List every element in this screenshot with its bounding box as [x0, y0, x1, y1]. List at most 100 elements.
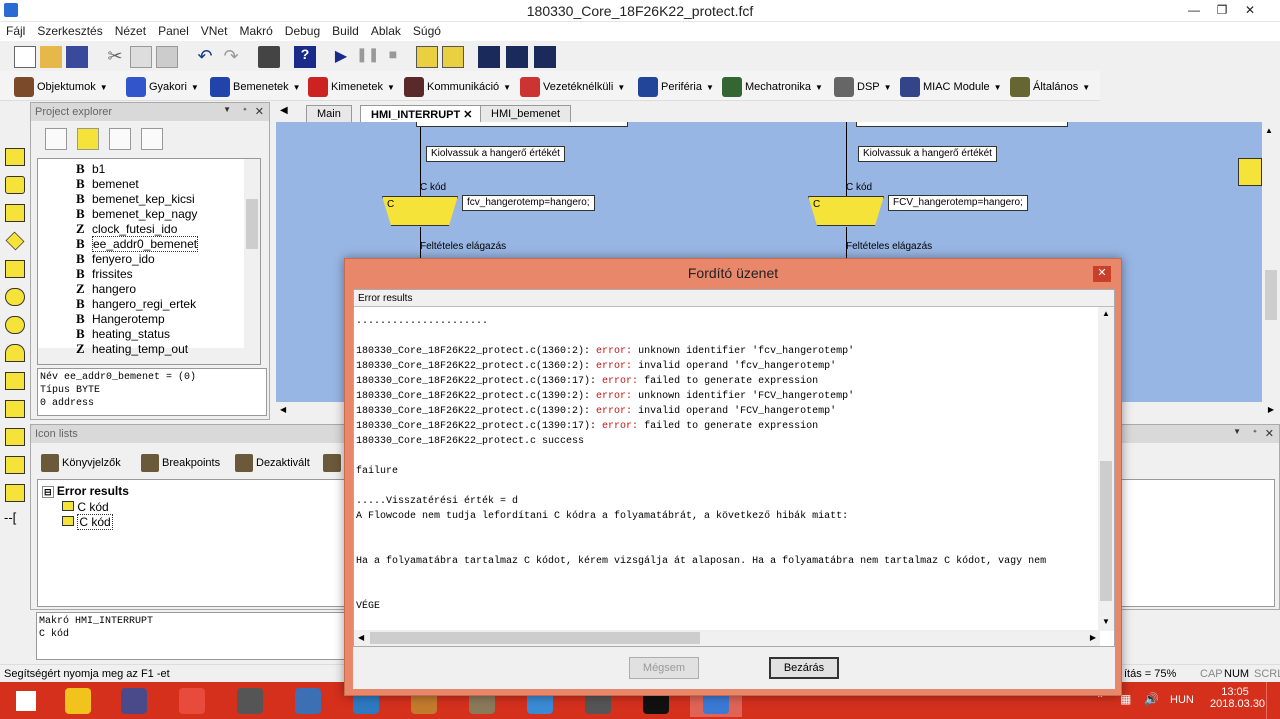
close-window-button[interactable]: ✕	[1236, 0, 1264, 22]
results-horizontal-scrollbar[interactable]: ◀ ▶	[354, 630, 1100, 646]
cancel-button[interactable]: Mégsem	[629, 657, 699, 679]
tree-item[interactable]: C kód	[62, 500, 109, 514]
menu-item[interactable]: Fájl	[0, 22, 31, 38]
string-icon[interactable]	[5, 428, 25, 446]
language-indicator[interactable]: HUN	[1170, 694, 1194, 706]
component-menu-button[interactable]: Periféria ▼	[638, 76, 714, 98]
disabled-button[interactable]: Dezaktivált	[235, 451, 310, 475]
variable-item[interactable]: Zheating_temp_out	[76, 341, 188, 357]
variable-item[interactable]: Bfenyero_ido	[76, 251, 155, 267]
close-dialog-icon[interactable]: ✕	[1093, 266, 1111, 282]
tab-hmi-interrupt[interactable]: HMI_INTERRUPT ✕	[360, 105, 484, 122]
menu-item[interactable]: Panel	[152, 22, 195, 38]
breakpoints-button[interactable]: Breakpoints	[141, 451, 220, 475]
variable-item[interactable]: Zhangero	[76, 281, 136, 297]
dropdown-icon[interactable]: ▼	[1233, 427, 1241, 436]
menu-item[interactable]: Makró	[233, 22, 278, 38]
dropdown-icon[interactable]: ▼	[223, 105, 231, 114]
flow-block[interactable]	[416, 122, 628, 127]
decision-icon[interactable]	[5, 231, 25, 251]
connection-icon[interactable]	[5, 288, 25, 306]
comment-block[interactable]: Kiolvassuk a hangerő értékét	[426, 146, 565, 162]
component-macro-icon[interactable]	[5, 400, 25, 418]
volume-icon[interactable]: 🔊	[1144, 692, 1159, 706]
taskbar-chrome[interactable]	[166, 684, 218, 717]
list-button[interactable]	[323, 451, 344, 475]
variable-item[interactable]: Bheating_status	[76, 326, 170, 342]
help-icon[interactable]: ?	[294, 46, 316, 68]
print-icon[interactable]	[258, 46, 280, 68]
open-folder-icon[interactable]	[40, 46, 62, 68]
taskbar-flowcode[interactable]	[52, 684, 104, 717]
tab-hmi-bemenet[interactable]: HMI_bemenet	[480, 105, 572, 122]
close-tab-icon[interactable]: ✕	[463, 109, 472, 121]
taskbar-mail-app[interactable]	[282, 684, 334, 717]
compile-c-icon[interactable]	[506, 46, 528, 68]
component-menu-button[interactable]: DSP ▼	[834, 76, 892, 98]
canvas-vertical-scrollbar[interactable]: ▲	[1262, 122, 1280, 402]
flow-block[interactable]	[1238, 158, 1262, 186]
component-menu-button[interactable]: Mechatronika ▼	[722, 76, 823, 98]
taskbar-disk-app[interactable]	[108, 684, 160, 717]
macro-icon[interactable]	[5, 372, 25, 390]
pin-icon[interactable]: ᐩ	[243, 105, 247, 118]
calculation-icon[interactable]	[5, 316, 25, 334]
comment-block[interactable]: Kiolvassuk a hangerő értékét	[858, 146, 997, 162]
show-desktop-button[interactable]	[1266, 682, 1280, 719]
bookmarks-button[interactable]: Könyvjelzők	[41, 451, 121, 475]
delay-icon[interactable]	[5, 204, 25, 222]
component-menu-button[interactable]: Kimenetek ▼	[308, 76, 395, 98]
input-icon[interactable]	[5, 148, 25, 166]
tree-root[interactable]: ⊟ Error results	[42, 484, 129, 498]
component-menu-button[interactable]: Vezetéknélküli ▼	[520, 76, 625, 98]
tab-main[interactable]: Main	[306, 105, 352, 122]
variable-item[interactable]: Bee_addr0_bemenet	[76, 236, 199, 252]
component-menu-button[interactable]: Gyakori ▼	[126, 76, 199, 98]
step-into-icon[interactable]	[416, 46, 438, 68]
component-menu-button[interactable]: Objektumok ▼	[14, 76, 108, 98]
output-icon[interactable]	[5, 176, 25, 194]
variable-item[interactable]: Zclock_futesi_ido	[76, 221, 177, 237]
variable-item[interactable]: Bb1	[76, 161, 105, 177]
component-menu-button[interactable]: MIAC Module ▼	[900, 76, 1002, 98]
c-code-block[interactable]: C	[808, 196, 884, 226]
restore-button[interactable]: ❐	[1208, 0, 1236, 22]
step-over-icon[interactable]	[442, 46, 464, 68]
switch-icon[interactable]	[5, 260, 25, 278]
copy-icon[interactable]	[130, 46, 152, 68]
components-tab-icon[interactable]	[141, 128, 163, 150]
c-code-text[interactable]: fcv_hangerotemp=hangero;	[462, 195, 595, 211]
pin-icon[interactable]: ᐩ	[1253, 427, 1257, 440]
c-code-text[interactable]: FCV_hangerotemp=hangero;	[888, 195, 1028, 211]
variables-tab-icon[interactable]	[77, 128, 99, 150]
menu-item[interactable]: Nézet	[109, 22, 152, 38]
ports-tab-icon[interactable]	[45, 128, 67, 150]
loop-icon[interactable]	[5, 344, 25, 362]
pause-icon[interactable]: ❚❚	[356, 46, 379, 68]
close-panel-icon[interactable]: ✕	[1265, 427, 1274, 440]
undo-icon[interactable]: ↶	[194, 46, 216, 68]
interrupt-icon[interactable]	[5, 456, 25, 474]
save-icon[interactable]	[66, 46, 88, 68]
run-icon[interactable]: ▶	[330, 46, 352, 68]
variable-item[interactable]: Bhangero_regi_ertek	[76, 296, 196, 312]
stop-icon[interactable]: ■	[382, 46, 404, 68]
menu-item[interactable]: Súgó	[407, 22, 447, 38]
component-menu-button[interactable]: Általános ▼	[1010, 76, 1090, 98]
vertical-scrollbar[interactable]	[244, 159, 260, 364]
taskbar-start-button[interactable]	[0, 684, 52, 717]
compile-hex-icon[interactable]	[534, 46, 556, 68]
flow-block[interactable]	[856, 122, 1068, 127]
taskbar-media-app[interactable]	[224, 684, 276, 717]
tab-scroll-left-icon[interactable]: ◀	[280, 105, 288, 116]
variable-item[interactable]: Bbemenet_kep_nagy	[76, 206, 197, 222]
component-menu-button[interactable]: Kommunikáció ▼	[404, 76, 511, 98]
clock[interactable]: 13:05 2018.03.30.	[1210, 686, 1268, 710]
compile-chip-icon[interactable]	[478, 46, 500, 68]
menu-item[interactable]: Szerkesztés	[31, 22, 108, 38]
comment-icon[interactable]: --[	[4, 510, 16, 525]
variable-item[interactable]: Bbemenet_kep_kicsi	[76, 191, 195, 207]
c-code-icon[interactable]	[5, 484, 25, 502]
menu-item[interactable]: Build	[326, 22, 365, 38]
variable-item[interactable]: B Hangerotemp	[76, 311, 165, 327]
